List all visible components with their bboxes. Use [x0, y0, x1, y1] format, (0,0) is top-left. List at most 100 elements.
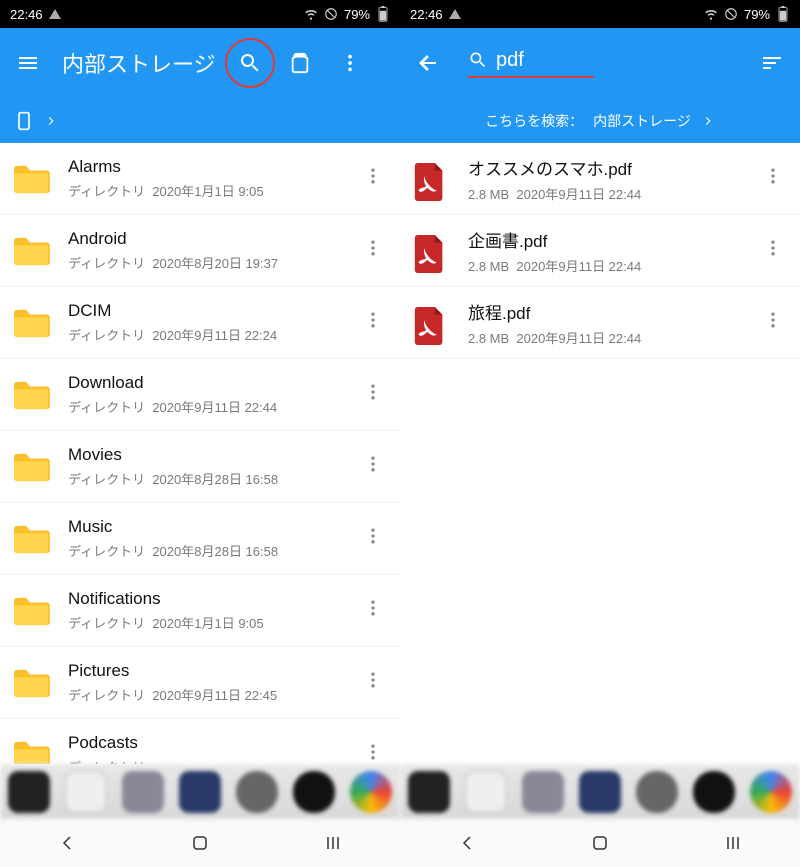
- item-more-button[interactable]: [358, 742, 388, 764]
- recents-nav[interactable]: [319, 829, 347, 857]
- pdf-icon: [412, 163, 450, 195]
- search-field-wrap[interactable]: [468, 49, 594, 78]
- item-name: Alarms: [68, 157, 358, 177]
- back-button[interactable]: [412, 47, 444, 79]
- item-sub: ディレクトリ 2020年9月11日 22:45: [68, 685, 358, 704]
- folder-row[interactable]: Notifications ディレクトリ 2020年1月1日 9:05: [0, 575, 400, 647]
- menu-button[interactable]: [12, 47, 44, 79]
- item-name: Android: [68, 229, 358, 249]
- search-icon: [468, 50, 488, 70]
- item-more-button[interactable]: [758, 166, 788, 191]
- item-name: DCIM: [68, 301, 358, 321]
- item-name: オススメのスマホ.pdf: [468, 155, 758, 180]
- folder-row[interactable]: Alarms ディレクトリ 2020年1月1日 9:05: [0, 143, 400, 215]
- pdf-icon: [412, 235, 450, 267]
- clipboard-button[interactable]: [284, 47, 316, 79]
- pdf-icon: [412, 307, 450, 339]
- result-row[interactable]: 旅程.pdf 2.8 MB 2020年9月11日 22:44: [400, 287, 800, 359]
- result-row[interactable]: オススメのスマホ.pdf 2.8 MB 2020年9月11日 22:44: [400, 143, 800, 215]
- home-nav[interactable]: [186, 829, 214, 857]
- search-hint[interactable]: こちらを検索： 内部ストレージ: [400, 98, 800, 143]
- overflow-button[interactable]: [334, 47, 366, 79]
- item-sub: 2.8 MB 2020年9月11日 22:44: [468, 256, 758, 275]
- item-more-button[interactable]: [358, 598, 388, 623]
- search-input[interactable]: [496, 49, 576, 72]
- wifi-icon: [304, 7, 318, 21]
- folder-icon: [12, 523, 50, 555]
- item-more-button[interactable]: [358, 382, 388, 407]
- folder-icon: [12, 739, 50, 765]
- clock: 22:46: [410, 7, 443, 22]
- item-sub: ディレクトリ 2020年9月11日 22:24: [68, 325, 358, 344]
- recent-apps-strip: [400, 764, 800, 819]
- folder-icon: [12, 451, 50, 483]
- item-name: Download: [68, 373, 358, 393]
- nav-bar: [0, 819, 400, 867]
- folder-row[interactable]: Podcasts ディレクトリ: [0, 719, 400, 764]
- recents-nav[interactable]: [719, 829, 747, 857]
- sort-button[interactable]: [756, 47, 788, 79]
- battery-icon: [776, 7, 790, 21]
- folder-icon: [12, 235, 50, 267]
- status-bar: 22:46 79%: [0, 0, 400, 28]
- item-sub: ディレクトリ 2020年8月28日 16:58: [68, 469, 358, 488]
- item-more-button[interactable]: [758, 238, 788, 263]
- home-nav[interactable]: [586, 829, 614, 857]
- item-more-button[interactable]: [358, 238, 388, 263]
- item-name: Pictures: [68, 661, 358, 681]
- folder-row[interactable]: Movies ディレクトリ 2020年8月28日 16:58: [0, 431, 400, 503]
- status-bar: 22:46 79%: [400, 0, 800, 28]
- back-nav[interactable]: [53, 829, 81, 857]
- item-name: Podcasts: [68, 733, 358, 753]
- result-row[interactable]: 企画書.pdf 2.8 MB 2020年9月11日 22:44: [400, 215, 800, 287]
- folder-icon: [12, 667, 50, 699]
- item-sub: ディレクトリ 2020年1月1日 9:05: [68, 181, 358, 200]
- folder-row[interactable]: Download ディレクトリ 2020年9月11日 22:44: [0, 359, 400, 431]
- no-sign-icon: [724, 7, 738, 21]
- battery-icon: [376, 7, 390, 21]
- wifi-icon: [704, 7, 718, 21]
- page-title: 内部ストレージ: [62, 47, 216, 79]
- chevron-right-icon: [44, 114, 58, 128]
- recent-apps-strip: [0, 764, 400, 819]
- left-pane: 22:46 79% 内部ストレージ Alarms ディレクトリ 2020年1月1…: [0, 0, 400, 867]
- item-sub: ディレクトリ: [68, 757, 358, 764]
- nav-bar: [400, 819, 800, 867]
- item-more-button[interactable]: [358, 310, 388, 335]
- search-button[interactable]: [234, 47, 266, 79]
- folder-row[interactable]: Pictures ディレクトリ 2020年9月11日 22:45: [0, 647, 400, 719]
- item-sub: 2.8 MB 2020年9月11日 22:44: [468, 184, 758, 203]
- folder-icon: [12, 163, 50, 195]
- clock: 22:46: [10, 7, 43, 22]
- search-app-bar: [400, 28, 800, 98]
- no-sign-icon: [324, 7, 338, 21]
- hint-prefix: こちらを検索：: [485, 111, 583, 131]
- item-name: Movies: [68, 445, 358, 465]
- app-bar: 内部ストレージ: [0, 28, 400, 98]
- folder-row[interactable]: DCIM ディレクトリ 2020年9月11日 22:24: [0, 287, 400, 359]
- battery-text: 79%: [344, 7, 370, 22]
- item-more-button[interactable]: [358, 670, 388, 695]
- gdrive-icon: [49, 9, 61, 19]
- folder-icon: [12, 307, 50, 339]
- right-pane: 22:46 79% こちらを検索： 内部ストレージ オススメのスマホ.pdf 2…: [400, 0, 800, 867]
- folder-list[interactable]: Alarms ディレクトリ 2020年1月1日 9:05 Android ディレ…: [0, 143, 400, 764]
- breadcrumb[interactable]: [0, 98, 400, 143]
- item-sub: ディレクトリ 2020年9月11日 22:44: [68, 397, 358, 416]
- battery-text: 79%: [744, 7, 770, 22]
- item-more-button[interactable]: [358, 526, 388, 551]
- back-nav[interactable]: [453, 829, 481, 857]
- folder-icon: [12, 595, 50, 627]
- results-list[interactable]: オススメのスマホ.pdf 2.8 MB 2020年9月11日 22:44 企画書…: [400, 143, 800, 764]
- device-icon: [14, 107, 34, 135]
- folder-row[interactable]: Music ディレクトリ 2020年8月28日 16:58: [0, 503, 400, 575]
- item-name: 企画書.pdf: [468, 227, 758, 252]
- item-more-button[interactable]: [758, 310, 788, 335]
- item-sub: ディレクトリ 2020年8月28日 16:58: [68, 541, 358, 560]
- gdrive-icon: [449, 9, 461, 19]
- item-more-button[interactable]: [358, 166, 388, 191]
- chevron-right-icon: [701, 114, 715, 128]
- folder-row[interactable]: Android ディレクトリ 2020年8月20日 19:37: [0, 215, 400, 287]
- item-sub: ディレクトリ 2020年1月1日 9:05: [68, 613, 358, 632]
- item-more-button[interactable]: [358, 454, 388, 479]
